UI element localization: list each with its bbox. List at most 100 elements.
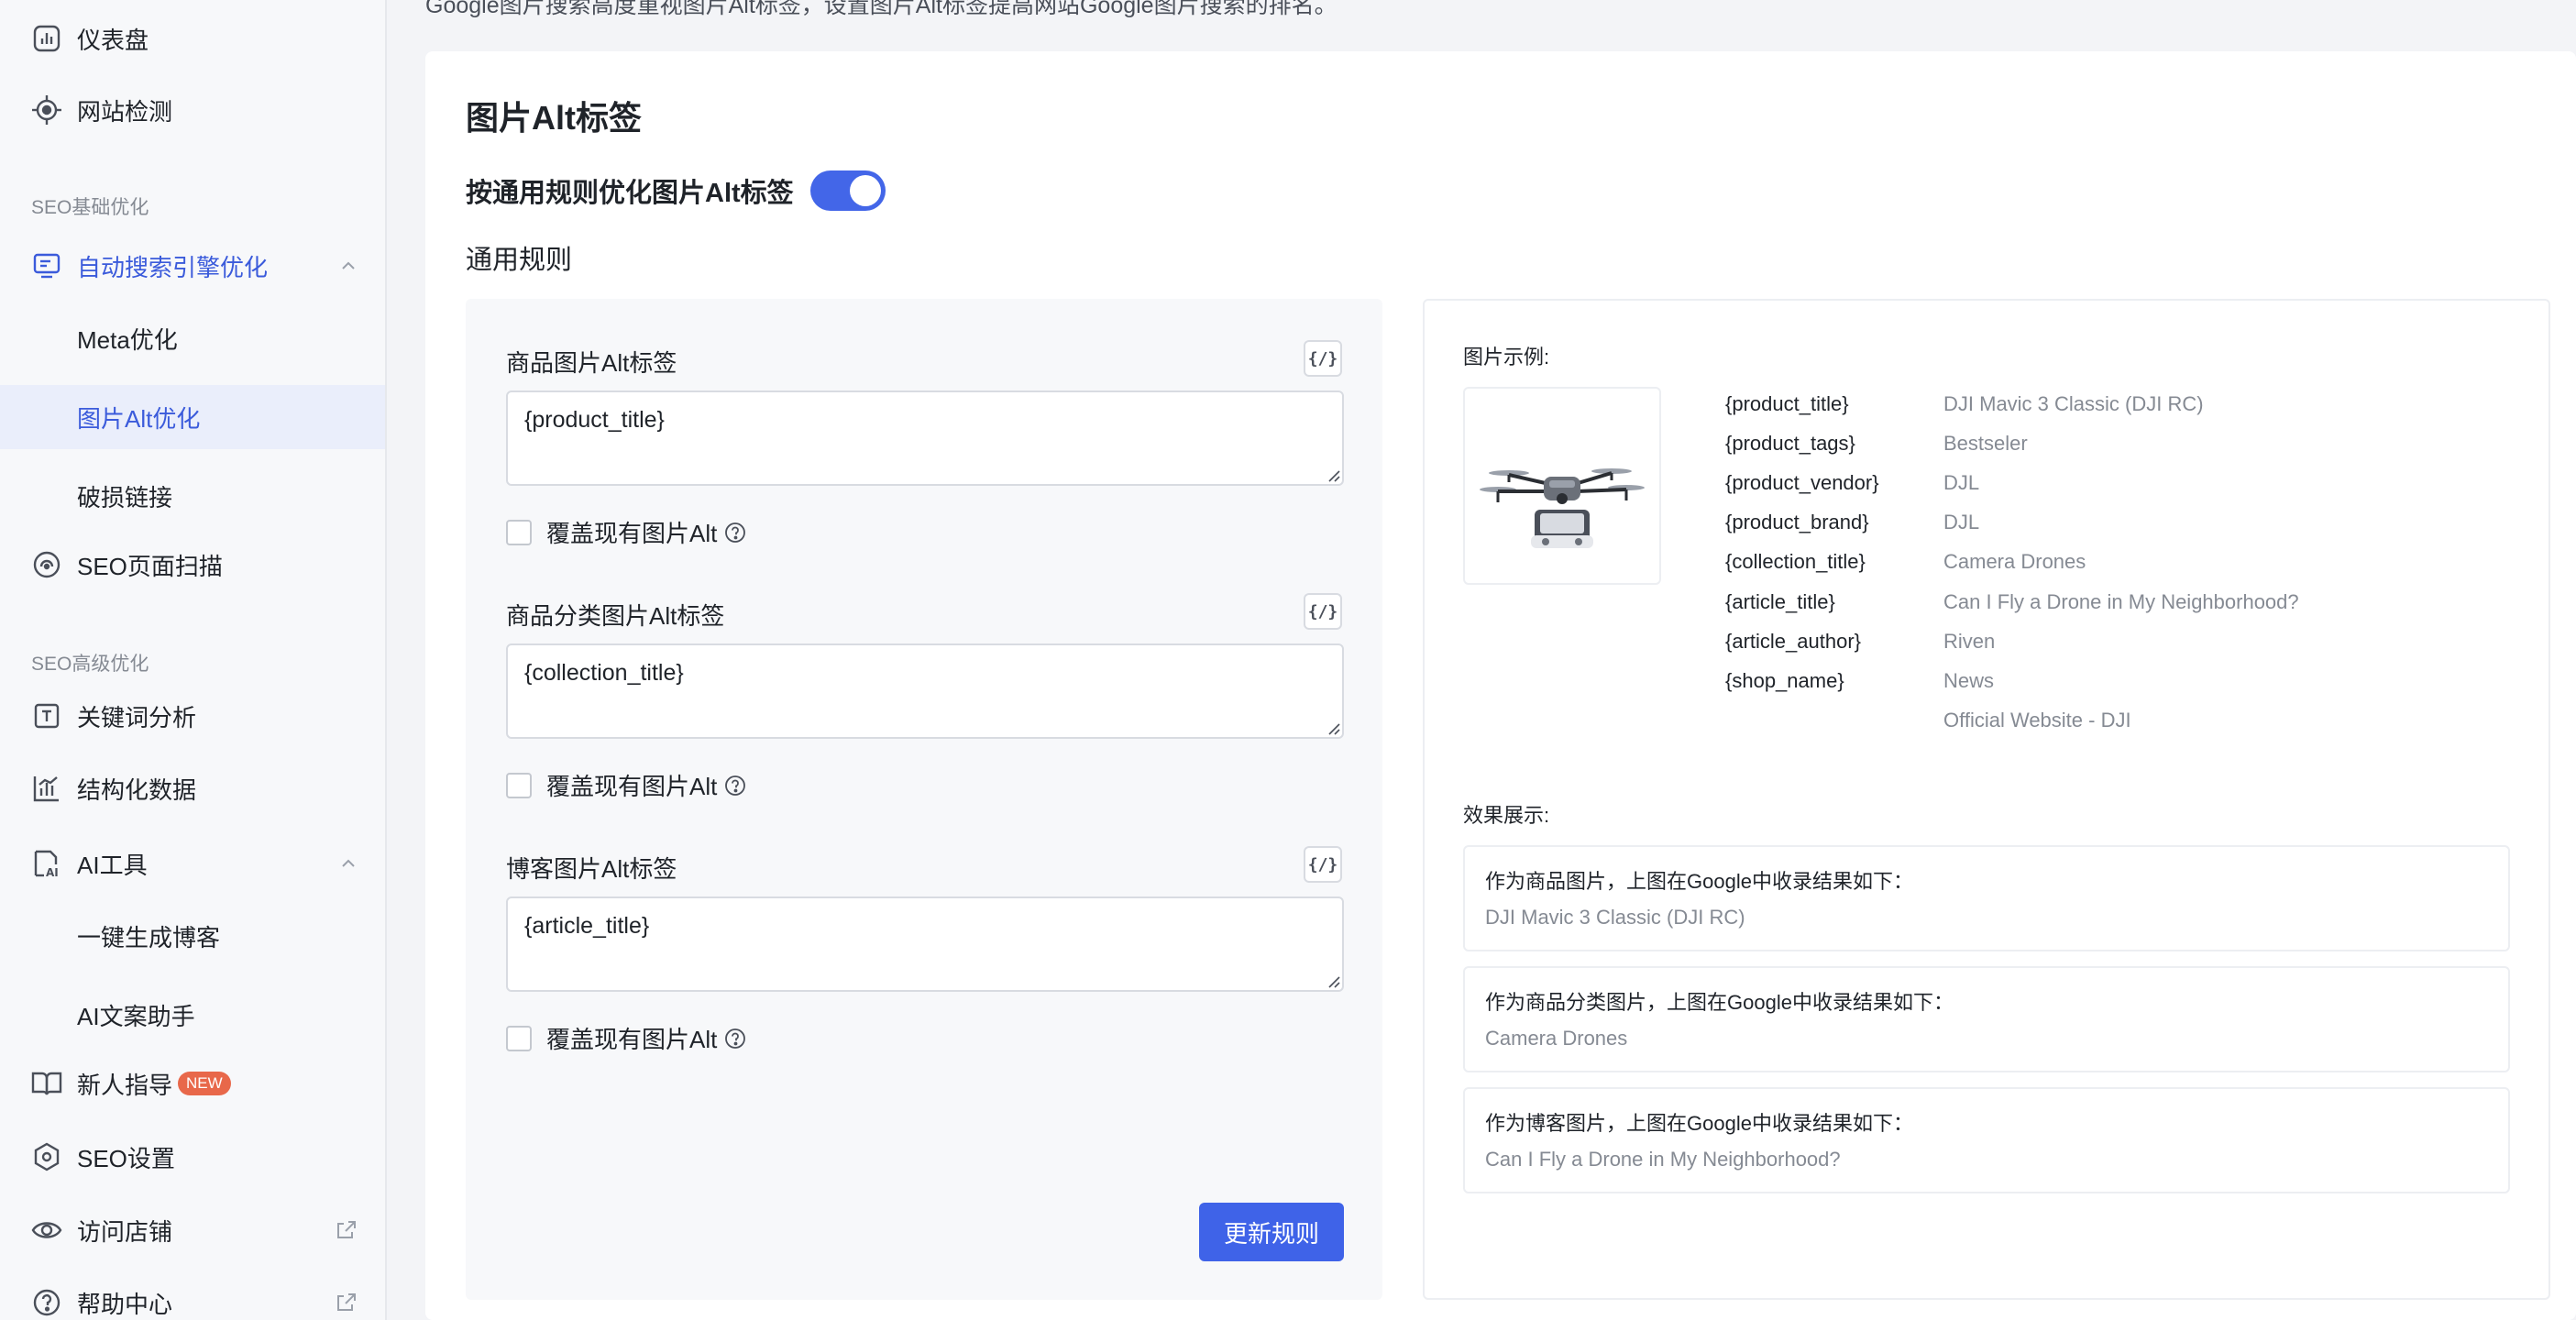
section-title-rules: 通用规则 xyxy=(466,246,573,275)
result-value: Can I Fly a Drone in My Neighborhood? xyxy=(1485,1148,1841,1171)
insert-variable-button[interactable]: {/} xyxy=(1304,846,1342,883)
variable-key: {collection_title} xyxy=(1725,550,1866,573)
sidebar-item-label: 新人指导 xyxy=(77,1071,173,1099)
resize-handle-icon[interactable] xyxy=(1326,720,1340,735)
variable-value: News xyxy=(1943,669,1995,692)
variable-value: Bestseler xyxy=(1943,432,2028,455)
sidebar-item-meta[interactable]: Meta优化 xyxy=(0,306,385,370)
effect-label: 效果展示: xyxy=(1463,804,1550,827)
sidebar-item-ai-tools[interactable]: AI AI工具 xyxy=(0,830,385,896)
sidebar-item-label: 网站检测 xyxy=(77,97,173,126)
override-checkbox-blog[interactable] xyxy=(506,1025,532,1051)
toggle-knob xyxy=(849,175,881,206)
monitor-icon xyxy=(31,250,62,281)
variable-value: DJL xyxy=(1943,471,1980,494)
variable-key: {article_title} xyxy=(1725,590,1835,613)
result-card-product: 作为商品图片，上图在Google中收录结果如下： DJI Mavic 3 Cla… xyxy=(1463,845,2510,952)
override-label: 覆盖现有图片Alt xyxy=(546,520,718,547)
sidebar-item-image-alt[interactable]: 图片Alt优化 xyxy=(0,385,385,449)
switch-label: 按通用规则优化图片Alt标签 xyxy=(466,179,794,208)
insert-variable-button[interactable]: {/} xyxy=(1304,340,1342,377)
variable-key: {product_title} xyxy=(1725,392,1849,415)
override-row-product: 覆盖现有图片Alt xyxy=(506,515,746,549)
resize-handle-icon[interactable] xyxy=(1326,974,1340,988)
variable-value: Camera Drones xyxy=(1943,550,2086,573)
scan-icon xyxy=(31,549,62,580)
variable-key: {product_brand} xyxy=(1725,511,1869,534)
override-row-collection: 覆盖现有图片Alt xyxy=(506,768,746,802)
example-label: 图片示例: xyxy=(1463,346,1550,368)
sidebar-item-visit-store[interactable]: 访问店铺 xyxy=(0,1197,385,1263)
sidebar-item-label: 访问店铺 xyxy=(77,1217,173,1246)
sidebar-item-broken-links[interactable]: 破损链接 xyxy=(0,464,385,528)
page-title: 图片Alt标签 xyxy=(466,99,642,137)
help-icon[interactable] xyxy=(724,522,746,544)
sidebar-item-label: 结构化数据 xyxy=(77,776,197,804)
result-card-blog: 作为博客图片，上图在Google中收录结果如下： Can I Fly a Dro… xyxy=(1463,1087,2510,1194)
sidebar-item-label: AI工具 xyxy=(77,851,148,879)
override-row-blog: 覆盖现有图片Alt xyxy=(506,1021,746,1055)
override-label: 覆盖现有图片Alt xyxy=(546,773,718,800)
variable-key: {product_vendor} xyxy=(1725,471,1879,494)
sidebar-item-structured-data[interactable]: 结构化数据 xyxy=(0,755,385,821)
variable-value: DJL xyxy=(1943,511,1980,534)
resize-handle-icon[interactable] xyxy=(1326,468,1340,482)
variable-value: Official Website - DJI xyxy=(1943,709,2131,732)
text-box-icon xyxy=(31,700,62,732)
sidebar-item-label: 自动搜索引擎优化 xyxy=(77,253,269,281)
sidebar-item-site-check[interactable]: 网站检测 xyxy=(0,77,385,143)
external-link-icon xyxy=(337,1221,356,1238)
result-value: DJI Mavic 3 Classic (DJI RC) xyxy=(1485,906,1745,929)
result-title: 作为商品分类图片，上图在Google中收录结果如下： xyxy=(1485,991,1954,1014)
dashboard-icon xyxy=(31,23,62,54)
sidebar: 仪表盘 网站检测 SEO基础优化 自动搜索引擎优化 Meta优化 图片Alt优化… xyxy=(0,0,387,1320)
sidebar-item-label: 关键词分析 xyxy=(77,703,197,732)
sidebar-item-keyword[interactable]: 关键词分析 xyxy=(0,683,385,749)
product-alt-input[interactable] xyxy=(506,390,1344,486)
sidebar-item-seo-settings[interactable]: SEO设置 xyxy=(0,1124,385,1190)
bar-chart-icon xyxy=(31,773,62,804)
help-icon[interactable] xyxy=(724,1028,746,1050)
variable-key: {product_tags} xyxy=(1725,432,1855,455)
hexagon-settings-icon xyxy=(31,1141,62,1172)
sidebar-item-dashboard[interactable]: 仪表盘 xyxy=(0,6,385,72)
sidebar-item-label: 仪表盘 xyxy=(77,26,149,54)
field-label-blog: 博客图片Alt标签 xyxy=(506,855,677,883)
sidebar-item-label: 帮助中心 xyxy=(77,1290,173,1318)
sidebar-item-guide[interactable]: 新人指导 NEW xyxy=(0,1050,385,1116)
result-title: 作为博客图片，上图在Google中收录结果如下： xyxy=(1485,1112,1913,1135)
blog-alt-input[interactable] xyxy=(506,896,1344,992)
new-badge: NEW xyxy=(178,1072,231,1095)
ai-doc-icon: AI xyxy=(31,848,62,879)
switch-row: 按通用规则优化图片Alt标签 xyxy=(466,170,886,211)
collection-alt-input[interactable] xyxy=(506,644,1344,739)
help-icon[interactable] xyxy=(724,775,746,797)
drone-image xyxy=(1480,468,1645,548)
result-title: 作为商品图片，上图在Google中收录结果如下： xyxy=(1485,870,1913,893)
sidebar-item-auto-seo[interactable]: 自动搜索引擎优化 xyxy=(0,233,385,299)
sidebar-item-blog-generator[interactable]: 一键生成博客 xyxy=(0,904,385,968)
optimize-toggle[interactable] xyxy=(809,170,886,211)
override-label: 覆盖现有图片Alt xyxy=(546,1026,718,1053)
section-label-advanced: SEO高级优化 xyxy=(31,654,149,675)
sidebar-item-ai-copywriter[interactable]: AI文案助手 xyxy=(0,983,385,1047)
section-label-basic: SEO基础优化 xyxy=(31,197,149,218)
page-description: Google图片搜索高度重视图片Alt标签，设置图片Alt标签提高网站Googl… xyxy=(425,0,1338,18)
chevron-up-icon[interactable] xyxy=(339,257,358,275)
override-checkbox-collection[interactable] xyxy=(506,772,532,798)
sidebar-item-label: SEO页面扫描 xyxy=(77,552,223,580)
override-checkbox-product[interactable] xyxy=(506,519,532,545)
variable-value: DJI Mavic 3 Classic (DJI RC) xyxy=(1943,392,2204,415)
sidebar-item-help[interactable]: 帮助中心 xyxy=(0,1270,385,1320)
sidebar-item-page-scan[interactable]: SEO页面扫描 xyxy=(0,532,385,598)
update-rules-button[interactable]: 更新规则 xyxy=(1199,1203,1344,1261)
chevron-up-icon[interactable] xyxy=(339,854,358,873)
svg-text:AI: AI xyxy=(46,866,59,878)
insert-variable-button[interactable]: {/} xyxy=(1304,593,1342,630)
variable-value: Riven xyxy=(1943,630,1996,653)
result-card-collection: 作为商品分类图片，上图在Google中收录结果如下： Camera Drones xyxy=(1463,966,2510,1072)
variable-key: {shop_name} xyxy=(1725,669,1844,692)
field-label-product: 商品图片Alt标签 xyxy=(506,349,677,377)
variable-key: {article_author} xyxy=(1725,630,1861,653)
external-link-icon xyxy=(337,1293,356,1311)
